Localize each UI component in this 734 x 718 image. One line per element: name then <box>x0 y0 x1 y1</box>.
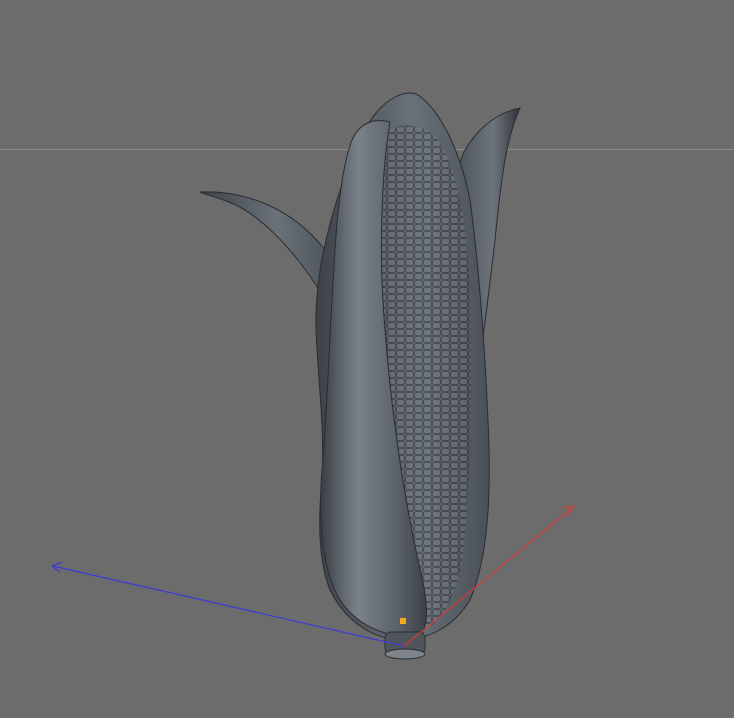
axis-gizmo[interactable] <box>50 505 576 647</box>
viewport-canvas[interactable] <box>0 0 734 718</box>
3d-viewport[interactable] <box>0 0 734 718</box>
pivot-handle[interactable] <box>400 618 406 624</box>
